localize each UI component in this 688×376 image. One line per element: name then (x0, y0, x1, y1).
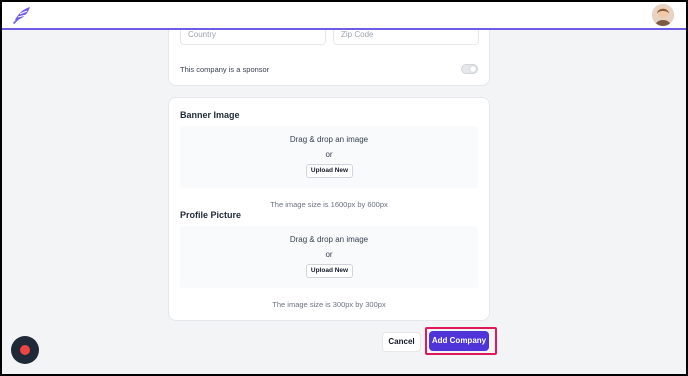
profile-drop-text: Drag & drop an image (289, 235, 369, 244)
images-card: Banner Image Drag & drop an image or Upl… (168, 97, 490, 321)
banner-dropzone[interactable]: Drag & drop an image or Upload New (180, 126, 478, 188)
add-company-button[interactable]: Add Company (429, 331, 489, 351)
record-button[interactable] (11, 336, 39, 364)
cancel-button[interactable]: Cancel (382, 332, 421, 352)
profile-dropzone[interactable]: Drag & drop an image or Upload New (180, 226, 478, 288)
toggle-knob (470, 66, 476, 72)
banner-upload-button[interactable]: Upload New (306, 164, 353, 178)
user-avatar[interactable] (652, 4, 674, 26)
profile-upload-button[interactable]: Upload New (306, 264, 353, 278)
feather-logo-icon[interactable] (12, 5, 32, 25)
record-icon (20, 345, 30, 355)
sponsor-label: This company is a sponsor (180, 65, 270, 74)
profile-size-hint: The image size is 300px by 300px (272, 300, 386, 309)
banner-image-title: Banner Image (180, 110, 240, 120)
sponsor-toggle[interactable] (461, 64, 478, 74)
profile-picture-title: Profile Picture (180, 210, 242, 220)
profile-or-text: or (325, 250, 333, 259)
banner-or-text: or (325, 150, 333, 159)
banner-size-hint: The image size is 1600px by 600px (270, 200, 388, 209)
top-bar (0, 0, 688, 30)
banner-drop-text: Drag & drop an image (289, 135, 369, 144)
